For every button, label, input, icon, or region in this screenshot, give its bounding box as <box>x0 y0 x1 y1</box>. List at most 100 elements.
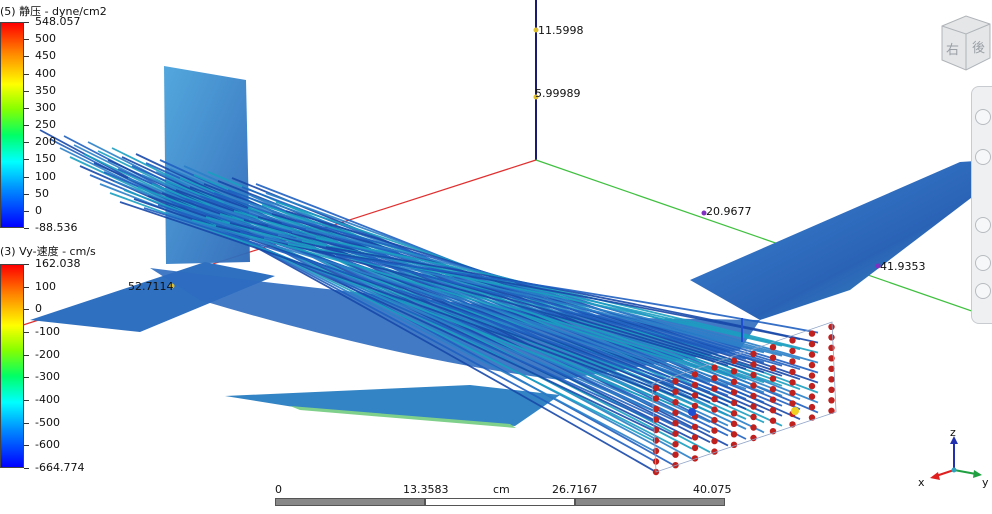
seed-point[interactable] <box>828 376 835 383</box>
legend-pressure-tick-mark <box>24 210 29 212</box>
seed-point[interactable] <box>711 437 718 445</box>
seed-point[interactable] <box>808 382 816 390</box>
seed-point[interactable] <box>652 395 660 402</box>
legend-pressure-tick-mark <box>24 228 29 229</box>
seed-point[interactable] <box>672 441 679 448</box>
seed-point[interactable] <box>750 361 757 368</box>
seed-point[interactable] <box>750 403 757 410</box>
seed-point[interactable] <box>750 382 757 389</box>
seed-point[interactable] <box>711 364 718 371</box>
seed-point[interactable] <box>789 347 796 355</box>
seed-point[interactable] <box>672 430 679 437</box>
nav-cube-face-back[interactable]: 後 <box>972 41 985 56</box>
main-wing-left <box>225 385 560 426</box>
seed-point[interactable] <box>750 392 757 400</box>
legend-velocity-tick-mark <box>24 309 29 311</box>
axis-label-z1: 11.5998 <box>538 24 584 37</box>
seed-point[interactable] <box>691 434 699 441</box>
seed-point[interactable] <box>711 427 718 434</box>
seed-point[interactable] <box>769 386 777 393</box>
seed-point[interactable] <box>711 395 718 403</box>
seed-point[interactable] <box>730 399 738 406</box>
seed-point[interactable] <box>789 358 796 365</box>
seed-point[interactable] <box>769 396 777 403</box>
seed-point[interactable] <box>808 361 816 369</box>
seed-point[interactable] <box>730 420 738 427</box>
seed-point[interactable] <box>672 409 679 416</box>
seed-point[interactable] <box>672 451 679 458</box>
legend-velocity-tick-mark <box>24 377 29 379</box>
seed-point[interactable] <box>808 393 816 400</box>
seed-point[interactable] <box>711 385 718 392</box>
seed-point[interactable] <box>711 374 718 382</box>
seed-point[interactable] <box>672 378 679 385</box>
seed-point[interactable] <box>652 384 660 392</box>
axis-label-x1: 52.7114 <box>128 280 174 293</box>
seed-point[interactable] <box>808 403 816 411</box>
legend-velocity-tick-label: -664.774 <box>35 461 85 474</box>
seed-point[interactable] <box>828 386 835 393</box>
seed-point[interactable] <box>652 405 660 413</box>
seed-point[interactable] <box>691 371 699 378</box>
save-icon[interactable] <box>975 283 991 299</box>
seed-point[interactable] <box>789 368 796 376</box>
seed-point[interactable] <box>789 379 796 386</box>
seed-point[interactable] <box>789 337 796 344</box>
seed-point[interactable] <box>789 389 796 397</box>
scale-bar-unit: cm <box>493 483 510 496</box>
seed-point[interactable] <box>808 330 816 337</box>
seed-point[interactable] <box>652 437 660 444</box>
scale-bar: 0 13.3583 cm 26.7167 40.075 <box>275 481 732 511</box>
print-icon[interactable] <box>975 255 991 271</box>
axis-label-z2: 5.99989 <box>535 87 581 100</box>
legend-pressure-tick-mark <box>24 39 29 41</box>
legend-velocity-tick-mark <box>24 332 29 333</box>
nav-cube-icon[interactable]: 右 後 <box>936 12 992 72</box>
seed-point[interactable] <box>652 447 660 455</box>
nav-cube-face-right[interactable]: 右 <box>946 43 959 58</box>
seed-point[interactable] <box>769 407 777 414</box>
seed-point[interactable] <box>808 340 816 348</box>
seed-point[interactable] <box>769 375 777 382</box>
seed-point[interactable] <box>828 397 835 404</box>
legend-velocity-colorbar <box>0 264 24 468</box>
seed-point[interactable] <box>769 344 777 351</box>
seed-point[interactable] <box>711 406 718 413</box>
seed-point[interactable] <box>730 410 738 417</box>
seed-point[interactable] <box>808 351 816 358</box>
seed-point[interactable] <box>691 392 699 399</box>
zoom-icon[interactable] <box>975 109 991 125</box>
simulation-viewport[interactable]: 11.5998 5.99989 20.9677 41.9353 52.7114 <box>0 0 992 514</box>
seed-point[interactable] <box>730 357 738 364</box>
seed-point[interactable] <box>672 420 679 427</box>
seed-point[interactable] <box>730 389 738 396</box>
legend-pressure-tick-mark <box>24 176 29 178</box>
seed-point[interactable] <box>711 416 718 424</box>
seed-point[interactable] <box>730 378 738 385</box>
seed-point[interactable] <box>691 423 699 431</box>
seed-point[interactable] <box>769 354 777 361</box>
seed-point[interactable] <box>730 431 738 438</box>
legend-velocity-tick-label: -100 <box>35 325 60 338</box>
seed-point[interactable] <box>769 365 777 372</box>
seed-point[interactable] <box>750 413 757 421</box>
seed-point[interactable] <box>828 344 835 351</box>
seed-point[interactable] <box>769 417 777 424</box>
seed-point[interactable] <box>750 350 757 358</box>
seed-point[interactable] <box>672 399 679 406</box>
seed-point[interactable] <box>808 372 816 379</box>
seed-point[interactable] <box>789 400 796 407</box>
seed-point[interactable] <box>828 334 835 341</box>
seed-point[interactable] <box>691 381 699 389</box>
pan-icon[interactable] <box>975 149 991 165</box>
seed-point[interactable] <box>691 444 699 452</box>
axis-label-y2: 41.9353 <box>880 260 926 273</box>
seed-point[interactable] <box>750 424 757 431</box>
seed-point[interactable] <box>730 368 738 375</box>
triad-label-x: x <box>918 476 925 489</box>
seed-point[interactable] <box>750 371 757 379</box>
rotate-icon[interactable] <box>975 217 991 233</box>
seed-point[interactable] <box>672 388 679 395</box>
seed-point[interactable] <box>828 323 835 330</box>
legend-pressure-tick-label: 100 <box>35 169 56 183</box>
